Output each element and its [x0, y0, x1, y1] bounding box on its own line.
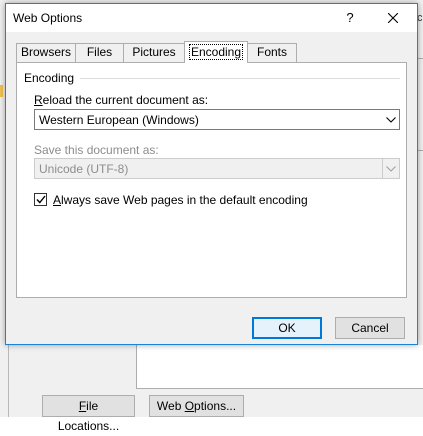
tab-encoding[interactable]: Encoding	[184, 41, 248, 63]
checkmark-icon	[35, 195, 46, 204]
tab-label: Pictures	[132, 45, 176, 59]
reload-encoding-value: Western European (Windows)	[39, 113, 199, 127]
dialog-title: Web Options	[13, 11, 83, 25]
reload-label-text: eload the current document as:	[42, 93, 209, 107]
tab-fonts[interactable]: Fonts	[247, 43, 297, 62]
encoding-tab-panel: Encoding Reload the current document as:…	[16, 62, 407, 298]
save-encoding-select: Unicode (UTF-8)	[34, 158, 400, 179]
group-divider	[80, 78, 400, 79]
ok-button[interactable]: OK	[252, 317, 322, 339]
web-options-dialog: Web Options ? Browsers Files Pictures En…	[5, 3, 418, 345]
parent-list-panel	[136, 345, 423, 389]
help-button[interactable]: ?	[332, 4, 368, 32]
always-save-checkbox[interactable]	[34, 193, 47, 206]
chevron-down-icon	[382, 159, 399, 178]
encoding-group-title: Encoding	[24, 71, 75, 85]
tab-browsers[interactable]: Browsers	[16, 43, 76, 62]
tab-files[interactable]: Files	[75, 43, 124, 62]
title-bar[interactable]: Web Options ?	[6, 4, 417, 32]
close-button[interactable]	[370, 4, 416, 32]
close-icon	[388, 13, 398, 23]
tab-label: Files	[86, 45, 113, 59]
file-locations-button[interactable]: File Locations...	[42, 395, 135, 433]
reload-mnemonic: R	[34, 93, 43, 107]
save-encoding-value: Unicode (UTF-8)	[39, 162, 129, 176]
tab-label: Browsers	[20, 45, 71, 59]
web-options-mnemonic: O	[184, 399, 195, 413]
reload-encoding-select[interactable]: Western European (Windows)	[34, 109, 400, 130]
tab-label: Fonts	[256, 45, 287, 59]
chevron-down-icon[interactable]	[382, 110, 399, 129]
parent-highlight-edge	[0, 85, 3, 97]
tab-label: Encoding	[188, 44, 244, 60]
file-locations-label: ile Locations...	[57, 399, 120, 433]
save-as-label: Save this document as:	[34, 143, 159, 157]
reload-label: Reload the current document as:	[34, 93, 208, 107]
cancel-button[interactable]: Cancel	[335, 317, 405, 339]
always-save-label[interactable]: Always save Web pages in the default enc…	[53, 193, 308, 207]
parent-divider	[8, 345, 9, 417]
web-options-label-pre: Web	[156, 399, 185, 413]
tab-pictures[interactable]: Pictures	[123, 43, 185, 62]
web-options-button[interactable]: Web Options...	[149, 395, 244, 417]
web-options-label: ptions...	[194, 399, 237, 413]
always-save-mnemonic: A	[53, 193, 62, 207]
always-save-label-text: lways save Web pages in the default enco…	[61, 193, 308, 207]
